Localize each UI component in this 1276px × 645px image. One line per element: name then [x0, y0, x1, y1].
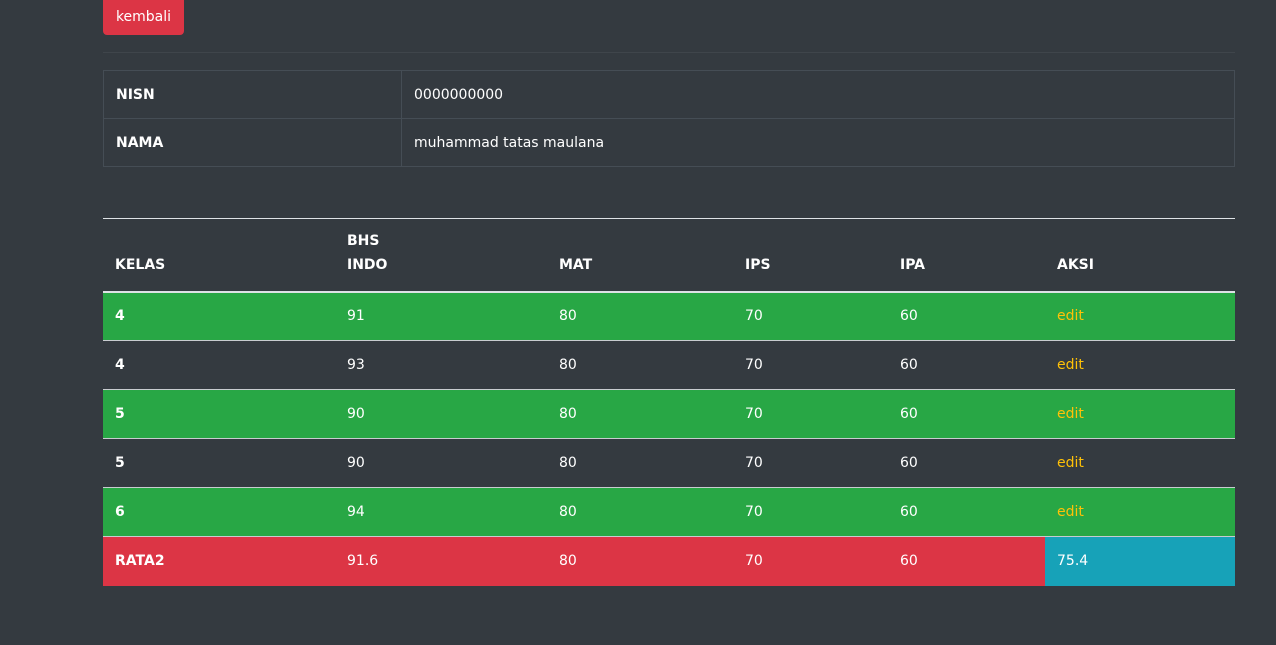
column-header-ips: IPS [733, 218, 888, 293]
table-row: 5 90 80 70 60 edit [103, 438, 1235, 488]
cell-kelas: 6 [103, 487, 335, 537]
edit-link[interactable]: edit [1057, 308, 1084, 324]
table-row: 4 93 80 70 60 edit [103, 340, 1235, 390]
info-value: muhammad tatas maulana [401, 118, 1235, 167]
cell-ips: 70 [733, 389, 888, 439]
cell-average-label: RATA2 [103, 536, 335, 586]
cell-bhs-indo: 90 [335, 389, 547, 439]
cell-ipa: 60 [888, 389, 1045, 439]
table-row: 4 91 80 70 60 edit [103, 291, 1235, 341]
cell-ipa: 60 [888, 487, 1045, 537]
cell-mat: 80 [547, 291, 733, 341]
cell-mat: 80 [547, 389, 733, 439]
info-row-nisn: NISN 0000000000 [103, 70, 1235, 119]
column-header-aksi: AKSI [1045, 218, 1235, 293]
cell-mat: 80 [547, 438, 733, 488]
cell-aksi: edit [1045, 487, 1235, 537]
student-info-table: NISN 0000000000 NAMA muhammad tatas maul… [103, 70, 1235, 167]
cell-kelas: 5 [103, 389, 335, 439]
column-header-ipa: IPA [888, 218, 1045, 293]
column-header-bhs-indo: BHS INDO [335, 218, 547, 293]
cell-ips: 70 [733, 291, 888, 341]
cell-ips: 70 [733, 487, 888, 537]
cell-kelas: 5 [103, 438, 335, 488]
back-button[interactable]: kembali [103, 0, 184, 35]
cell-avg-mat: 80 [547, 536, 733, 586]
column-header-kelas: KELAS [103, 218, 335, 293]
cell-aksi: edit [1045, 389, 1235, 439]
cell-kelas: 4 [103, 340, 335, 390]
cell-aksi: edit [1045, 291, 1235, 341]
edit-link[interactable]: edit [1057, 406, 1084, 422]
cell-mat: 80 [547, 487, 733, 537]
cell-ipa: 60 [888, 291, 1045, 341]
info-key: NISN [103, 70, 402, 119]
grades-header-row: KELAS BHS INDO MAT IPS IPA AKSI [103, 218, 1235, 293]
info-value: 0000000000 [401, 70, 1235, 119]
grades-table: KELAS BHS INDO MAT IPS IPA AKSI 4 91 80 … [103, 218, 1235, 586]
cell-ipa: 60 [888, 340, 1045, 390]
edit-link[interactable]: edit [1057, 455, 1084, 471]
column-header-mat: MAT [547, 218, 733, 293]
cell-overall-average: 75.4 [1045, 536, 1235, 586]
cell-ips: 70 [733, 438, 888, 488]
info-row-nama: NAMA muhammad tatas maulana [103, 118, 1235, 167]
cell-bhs-indo: 93 [335, 340, 547, 390]
edit-link[interactable]: edit [1057, 357, 1084, 373]
cell-bhs-indo: 94 [335, 487, 547, 537]
cell-aksi: edit [1045, 340, 1235, 390]
cell-avg-ipa: 60 [888, 536, 1045, 586]
cell-ips: 70 [733, 340, 888, 390]
column-header-bhs-indo-text: BHS INDO [347, 232, 388, 273]
info-key: NAMA [103, 118, 402, 167]
edit-link[interactable]: edit [1057, 504, 1084, 520]
cell-bhs-indo: 91 [335, 291, 547, 341]
average-row: RATA2 91.6 80 70 60 75.4 [103, 536, 1235, 586]
cell-avg-bhs-indo: 91.6 [335, 536, 547, 586]
cell-aksi: edit [1045, 438, 1235, 488]
table-row: 5 90 80 70 60 edit [103, 389, 1235, 439]
cell-ipa: 60 [888, 438, 1045, 488]
cell-avg-ips: 70 [733, 536, 888, 586]
divider [103, 52, 1235, 53]
cell-mat: 80 [547, 340, 733, 390]
table-row: 6 94 80 70 60 edit [103, 487, 1235, 537]
cell-bhs-indo: 90 [335, 438, 547, 488]
cell-kelas: 4 [103, 291, 335, 341]
